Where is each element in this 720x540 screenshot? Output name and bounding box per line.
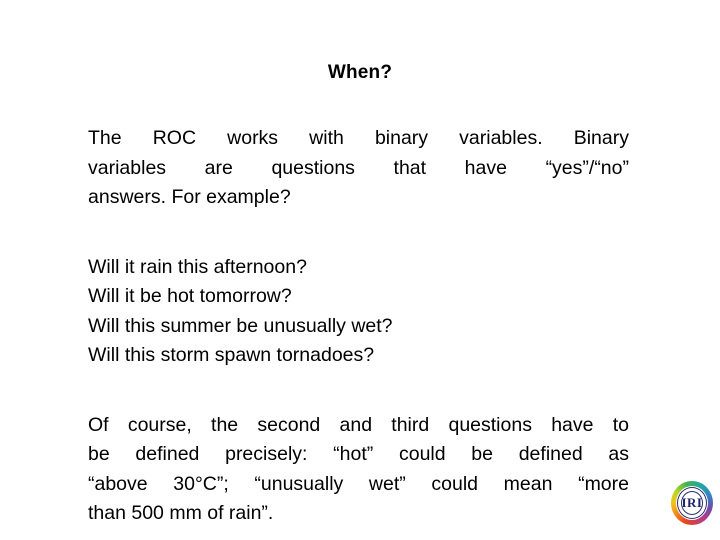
presentation-slide: When? The ROC works with binary variable… (0, 0, 720, 540)
paragraph-line: The ROC works with binary variables. Bin… (88, 127, 629, 149)
iri-logo-text: IRI (681, 495, 703, 510)
paragraph-line: “above 30°C”; “unusually wet” could mean… (88, 472, 629, 495)
paragraph-line: Of course, the second and third question… (88, 413, 629, 436)
paragraph-line: be defined precisely: “hot” could be def… (88, 443, 629, 465)
iri-logo: IRI (670, 478, 714, 528)
list-item: Will this storm spawn tornadoes? (88, 344, 375, 366)
paragraph-line: answers. For example? (88, 186, 291, 208)
paragraph-line: variables are questions that have “yes”/… (88, 156, 629, 179)
example-questions-list: Will it rain this afternoon? Will it be … (88, 253, 629, 371)
paragraph-binary-variables: The ROC works with binary variables. Bin… (88, 124, 629, 213)
paragraph-precise-definitions: Of course, the second and third question… (88, 411, 629, 529)
list-item: Will it be hot tomorrow? (88, 285, 292, 307)
paragraph-line: than 500 mm of rain”. (88, 502, 274, 524)
page-title: When? (327, 62, 393, 83)
list-item: Will it rain this afternoon? (88, 255, 307, 278)
list-item: Will this summer be unusually wet? (88, 314, 393, 337)
slide-body: The ROC works with binary variables. Bin… (88, 124, 629, 529)
